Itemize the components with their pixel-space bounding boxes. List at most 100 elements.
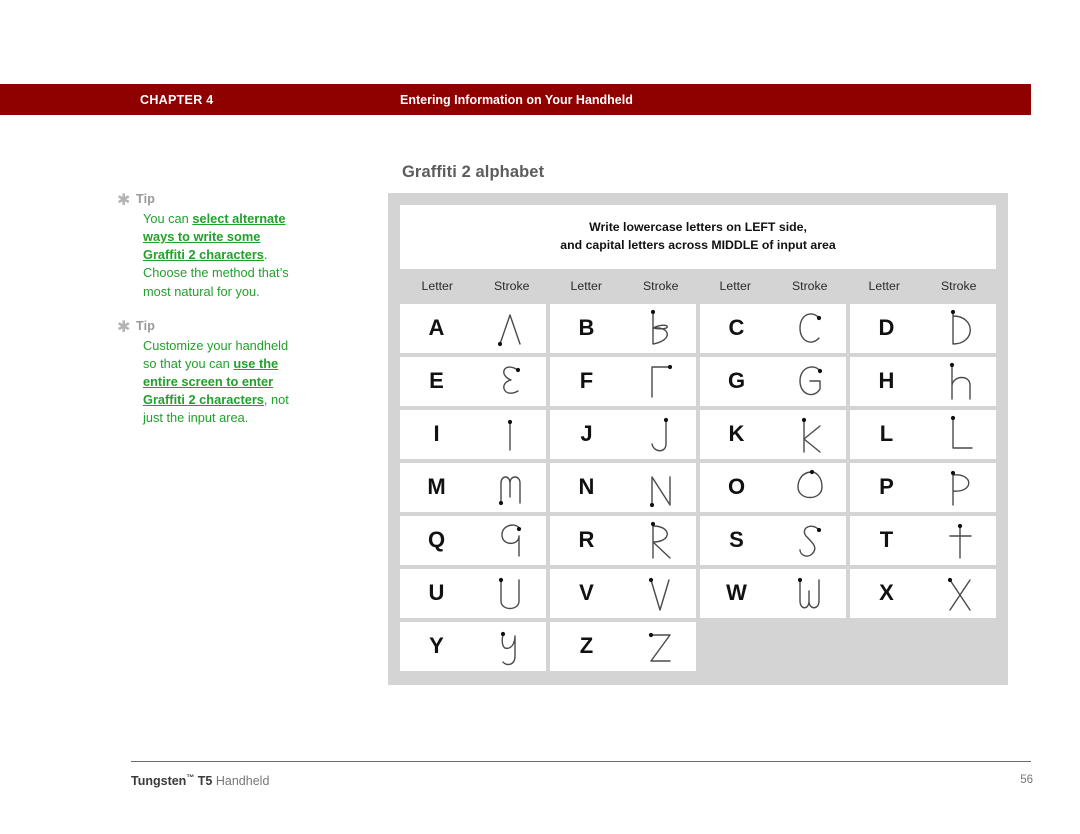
letter-cell: E (429, 368, 444, 394)
letter-stroke-pair: W (700, 568, 846, 618)
letter-cell: Z (579, 633, 594, 659)
column-header: Letter (719, 279, 751, 294)
footer-product-name: Tungsten (131, 774, 187, 789)
stroke-glyph-s (773, 516, 846, 564)
stroke-glyph-c (773, 304, 846, 352)
letter-cell: P (879, 474, 894, 500)
letter-stroke-pair: N (550, 462, 696, 512)
letter-cell: J (580, 421, 593, 447)
letter-stroke-pair: T (850, 515, 996, 565)
column-header: Letter (868, 279, 900, 294)
empty-cell (850, 622, 996, 671)
letter-stroke-pair: P (850, 462, 996, 512)
letter-stroke-pair: R (550, 515, 696, 565)
letter-cell: A (428, 315, 445, 341)
letter-stroke-pair: A (400, 303, 546, 353)
letter-cell: X (879, 580, 894, 606)
letter-stroke-pair: C (700, 303, 846, 353)
letter-cell: S (729, 527, 744, 553)
letter-stroke-pair: K (700, 409, 846, 459)
letter-stroke-pair: B (550, 303, 696, 353)
stroke-glyph-h (923, 357, 996, 405)
letter-cell: T (879, 527, 894, 553)
stroke-glyph-l (923, 410, 996, 458)
letter-stroke-pair: H (850, 356, 996, 406)
table-row: M N O P (400, 462, 996, 512)
stroke-glyph-b (623, 304, 696, 352)
table-instruction-note: Write lowercase letters on LEFT side, an… (400, 205, 996, 269)
letter-stroke-pair: U (400, 568, 546, 618)
empty-cell (700, 622, 846, 671)
stroke-glyph-y (473, 622, 546, 670)
tips-column: ✱ Tip You can select alternate ways to wri… (117, 192, 297, 446)
column-header: Stroke (940, 279, 977, 294)
alphabet-panel: Graffiti 2 alphabet Write lowercase lett… (388, 163, 1032, 685)
column-header: Stroke (791, 279, 828, 294)
letter-stroke-pair: Z (550, 621, 696, 671)
tip-text: You can select alternate ways to write s… (143, 210, 297, 301)
letter-cell: U (428, 580, 445, 606)
note-line-2: and capital letters across MIDDLE of inp… (560, 237, 836, 252)
letter-stroke-pair: E (400, 356, 546, 406)
letter-stroke-pair: D (850, 303, 996, 353)
column-header: Stroke (493, 279, 530, 294)
letter-cell: O (727, 474, 746, 500)
stroke-glyph-q (473, 516, 546, 564)
stroke-glyph-z (623, 622, 696, 670)
letter-stroke-pair: I (400, 409, 546, 459)
letter-cell: V (579, 580, 594, 606)
stroke-glyph-p (923, 463, 996, 511)
stroke-glyph-a (473, 304, 546, 352)
stroke-glyph-w (773, 569, 846, 617)
tip-text: Customize your handheld so that you can … (143, 337, 297, 428)
letter-cell: N (578, 474, 595, 500)
panel-title: Graffiti 2 alphabet (402, 163, 545, 181)
page-number: 56 (1020, 774, 1033, 786)
letter-stroke-pair: Y (400, 621, 546, 671)
letter-cell: G (727, 368, 746, 394)
chapter-header-bar: CHAPTER 4 Entering Information on Your H… (0, 84, 1031, 115)
footer-product-model: T5 (194, 774, 216, 789)
alphabet-table-frame: Write lowercase letters on LEFT side, an… (388, 193, 1008, 685)
letter-cell: H (878, 368, 895, 394)
tip-label: Tip (136, 318, 156, 333)
tip-label: Tip (136, 192, 156, 206)
letter-cell: K (728, 421, 745, 447)
stroke-glyph-v (623, 569, 696, 617)
footer-divider (131, 761, 1031, 762)
table-row: I J K L (400, 409, 996, 459)
table-row: U V W X (400, 568, 996, 618)
letter-cell: Q (427, 527, 446, 553)
tip-block: ✱ Tip Customize your handheld so that you … (117, 319, 297, 428)
tip-heading: ✱ Tip (117, 192, 297, 209)
letter-stroke-pair: L (850, 409, 996, 459)
letter-cell: F (579, 368, 594, 394)
letter-cell: M (427, 474, 446, 500)
letter-stroke-pair: X (850, 568, 996, 618)
footer-product: Tungsten™ T5 Handheld (131, 773, 269, 788)
table-row: Q R S T (400, 515, 996, 565)
tip-heading: ✱ Tip (117, 319, 297, 336)
stroke-glyph-j (623, 410, 696, 458)
letter-cell: R (578, 527, 595, 553)
table-row: A B C D (400, 303, 996, 353)
letter-cell: L (879, 421, 894, 447)
letter-cell: Y (429, 633, 444, 659)
table-column-headers: Letter Stroke Letter Stroke Letter Stroke Lett… (400, 268, 996, 304)
letter-stroke-pair: G (700, 356, 846, 406)
asterisk-icon: ✱ (117, 318, 131, 336)
stroke-glyph-r (623, 516, 696, 564)
letter-cell: W (726, 580, 747, 606)
letter-cell: C (728, 315, 745, 341)
letter-cell: I (433, 421, 440, 447)
letter-stroke-pair: M (400, 462, 546, 512)
stroke-glyph-u (473, 569, 546, 617)
stroke-glyph-n (623, 463, 696, 511)
footer-product-rest: Handheld (215, 774, 270, 789)
stroke-glyph-d (923, 304, 996, 352)
letter-cell: B (578, 315, 595, 341)
letter-stroke-pair: V (550, 568, 696, 618)
column-header: Letter (570, 279, 602, 294)
note-line-1: Write lowercase letters on LEFT side, (589, 220, 807, 234)
letter-stroke-pair: O (700, 462, 846, 512)
